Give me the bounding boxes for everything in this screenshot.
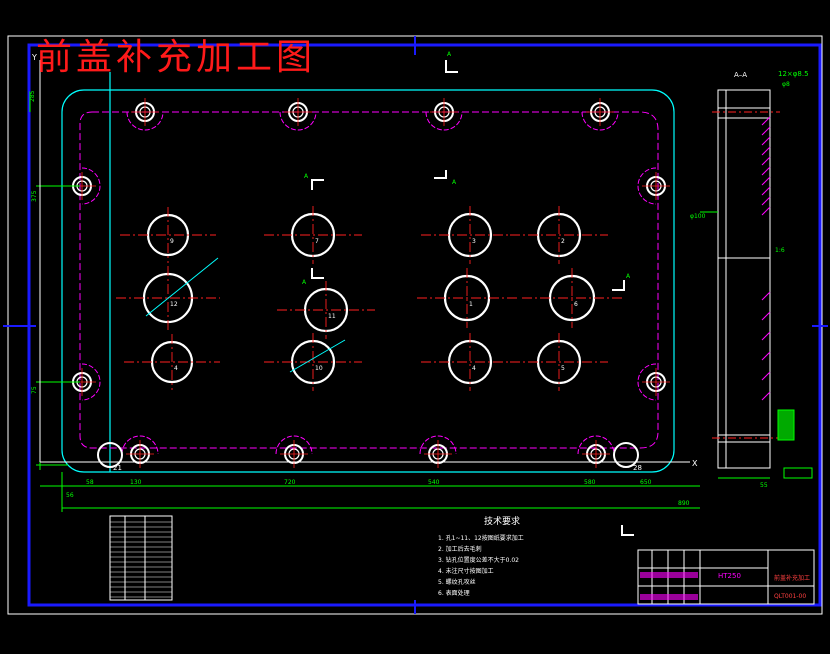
axis-x-label: X: [692, 459, 698, 468]
tech-item-6: 6. 表面处理: [438, 589, 470, 597]
section-marker-label-2: A: [304, 173, 309, 180]
machined-hole: 11: [277, 281, 375, 339]
bolt-hole: [419, 435, 457, 468]
dim-side-0: 12×φ8.5: [778, 70, 809, 78]
bolt-hole: [126, 98, 164, 131]
section-view: [717, 89, 771, 469]
dim-left-1: 75: [31, 386, 38, 394]
tech-heading: 技术要求: [484, 515, 520, 527]
bolt-hole: [577, 435, 615, 468]
dim-side-1: φ8: [782, 81, 790, 88]
machined-hole: 4: [421, 333, 519, 391]
dim-bottom-1: 130: [130, 479, 142, 486]
machined-hole: 7: [264, 206, 362, 264]
tolerance-badge: [777, 409, 813, 479]
hole-number: 9: [170, 238, 174, 245]
dim-side-3: 1:6: [775, 247, 785, 254]
bolt-hole: [121, 435, 159, 468]
tech-item-5: 5. 螺纹孔攻丝: [438, 578, 476, 586]
bolt-hole: [425, 98, 463, 131]
dim-side-2: φ100: [690, 213, 706, 220]
tech-item-2: 2. 加工后去毛刺: [438, 545, 482, 553]
title-block-name: 前盖补充加工: [774, 574, 810, 582]
hole-number: 6: [574, 301, 578, 308]
title-block-material: HT250: [718, 572, 741, 580]
bolt-hole: [279, 98, 317, 131]
section-marker-label-5: A: [626, 273, 631, 280]
cad-drawing: 9 7 3 212111 64 10 4 5 A–A X Y A A A A A…: [3, 35, 828, 615]
parts-list-table: [109, 515, 173, 601]
bolt-hole: [275, 435, 313, 468]
dim-bottom-2: 720: [284, 479, 296, 486]
section-marker-label-3: A: [452, 179, 457, 186]
machined-hole: 6: [522, 268, 622, 328]
hole-number: 10: [315, 365, 323, 372]
centering-marks: [3, 36, 828, 614]
dim-bottom-origin: 56: [66, 492, 74, 499]
edge-label-left: 21: [113, 464, 122, 472]
section-marker-label-4: A: [302, 279, 307, 286]
machined-hole: 1: [417, 268, 517, 328]
dim-bottom-5: 650: [640, 479, 652, 486]
hole-number: 3: [472, 238, 476, 245]
bolt-hole-group: [68, 98, 670, 468]
tech-item-4: 4. 未注尺寸按图加工: [438, 567, 494, 575]
dim-bottom-3: 540: [428, 479, 440, 486]
bolt-hole: [637, 167, 670, 205]
hole-number: 7: [315, 238, 319, 245]
dim-overall: 890: [678, 500, 690, 507]
machined-hole: 4: [124, 334, 220, 390]
section-marker-label-1: A: [447, 51, 452, 58]
plate-outline: [61, 72, 675, 473]
section-cut-markers: [311, 60, 634, 536]
machined-hole: 10: [264, 333, 362, 391]
hole-number: 2: [561, 238, 565, 245]
dim-left-0: 375: [31, 190, 38, 202]
overlay-title: 前盖补充加工图: [36, 37, 317, 78]
hole-number: 1: [469, 301, 473, 308]
drawing-text: A–A X Y A A A A A 56 58 130 720 540 580 …: [29, 51, 810, 600]
plate-inner-boundary: [79, 111, 659, 449]
hole-number: 12: [170, 301, 178, 308]
machined-hole: 5: [510, 333, 608, 391]
xy-axes: [39, 60, 690, 463]
machined-hole: 2: [510, 206, 608, 264]
machined-hole: 9: [120, 207, 216, 263]
cad-canvas: { "drawing": { "overlay_title": "前盖补充加工图…: [0, 0, 830, 654]
big-hole-group: 9 7 3 212111 64 10 4 5: [116, 206, 622, 391]
hole-number: 5: [561, 365, 565, 372]
bolt-hole: [637, 363, 670, 401]
hole-number: 11: [328, 313, 336, 320]
edge-label-right: 28: [633, 464, 642, 472]
machined-hole: 3: [421, 206, 519, 264]
tech-item-3: 3. 钻孔位置度公差不大于0.02: [438, 556, 519, 564]
drawing-frame: [27, 43, 822, 607]
dim-side-bottom: 55: [760, 482, 768, 489]
dim-bottom-0: 58: [86, 479, 94, 486]
dim-bottom-4: 580: [584, 479, 596, 486]
title-block-code: QLT001-00: [774, 593, 806, 600]
hole-number: 4: [174, 365, 178, 372]
tech-item-1: 1. 孔1~11、12按图纸要求加工: [438, 534, 524, 542]
hole-number: 4: [472, 365, 476, 372]
section-label: A–A: [734, 71, 747, 79]
bolt-hole: [581, 98, 619, 131]
dim-top-offset: 285: [29, 90, 36, 102]
